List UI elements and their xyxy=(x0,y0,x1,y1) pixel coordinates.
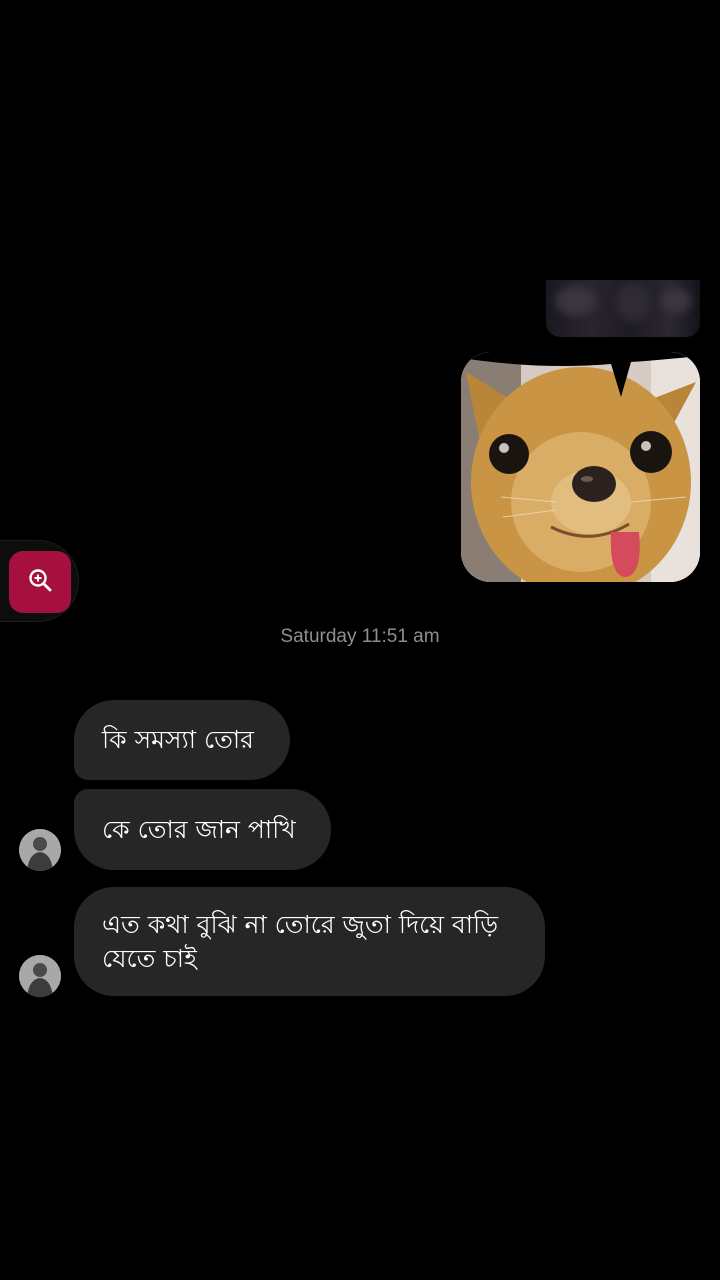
message-text: কে তোর জান পাখি xyxy=(102,814,296,844)
chihuahua-sticker-image[interactable] xyxy=(461,352,700,582)
message-bubble[interactable]: কে তোর জান পাখি xyxy=(74,789,331,870)
message-text: এত কথা বুঝি না তোরে জুতা দিয়ে বাড়ি যেত… xyxy=(102,909,499,973)
shared-photo-thumbnail[interactable] xyxy=(546,280,700,337)
message-timestamp: Saturday 11:51 am xyxy=(280,626,440,647)
zoom-in-button[interactable] xyxy=(9,551,71,613)
sender-avatar[interactable] xyxy=(19,829,61,871)
zoom-in-icon xyxy=(27,567,53,597)
message-bubble[interactable]: এত কথা বুঝি না তোরে জুতা দিয়ে বাড়ি যেত… xyxy=(74,887,545,996)
message-text: কি সমস্যা তোর xyxy=(102,725,254,754)
sender-avatar[interactable] xyxy=(19,955,61,997)
message-bubble[interactable]: কি সমস্যা তোর xyxy=(74,700,290,780)
